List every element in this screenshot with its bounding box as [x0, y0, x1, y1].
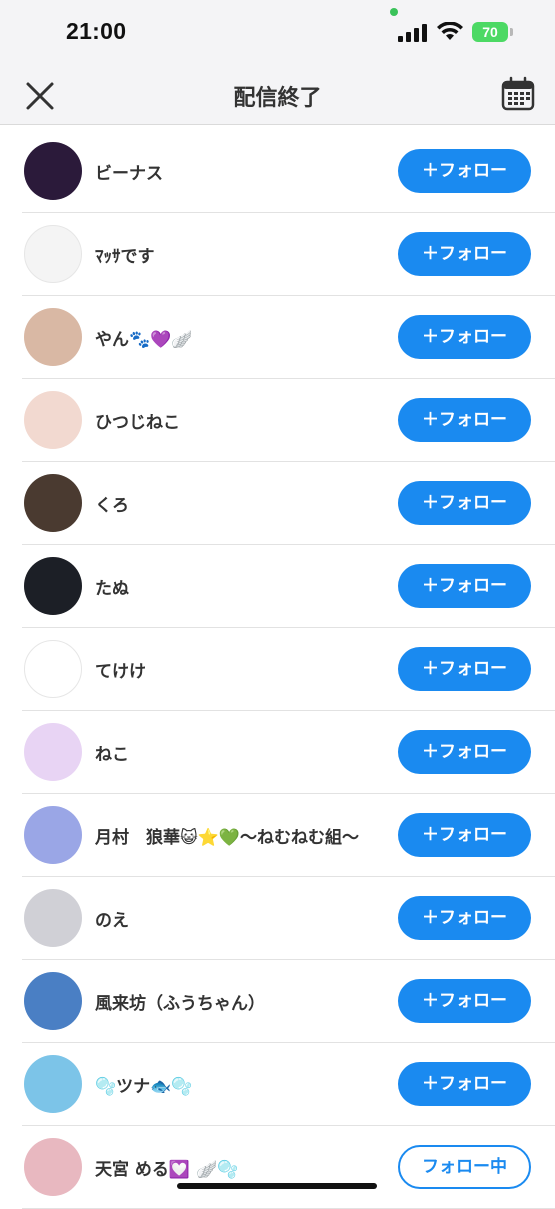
battery-cap — [510, 28, 513, 36]
calendar-icon[interactable] — [500, 76, 536, 112]
user-row[interactable]: 🫧ツナ🐟🫧 ＋フォロー — [22, 1043, 555, 1126]
user-name: たぬ — [95, 579, 129, 599]
follow-button[interactable]: ＋フォロー — [398, 813, 531, 857]
user-name: のえ — [95, 911, 129, 931]
user-row[interactable]: やん🐾💜🪽 ＋フォロー — [22, 296, 555, 379]
avatar[interactable] — [24, 1055, 82, 1113]
avatar[interactable] — [24, 1138, 82, 1196]
privacy-indicator-dot — [390, 8, 398, 16]
avatar[interactable] — [24, 557, 82, 615]
status-bar: 21:00 70 — [0, 0, 555, 66]
user-name: 天宮 める💟 🪽🫧 — [95, 1160, 239, 1180]
avatar[interactable] — [24, 972, 82, 1030]
user-row[interactable]: 天宮 める💟 🪽🫧 フォロー中 — [22, 1126, 555, 1209]
user-name: やん🐾💜🪽 — [95, 330, 193, 350]
user-row[interactable]: 月村 狼華😺⭐💚〜ねむねむ組〜 ＋フォロー — [22, 794, 555, 877]
user-name: ひつじねこ — [95, 413, 180, 433]
user-name: てけけ — [95, 662, 146, 682]
avatar[interactable] — [24, 889, 82, 947]
avatar[interactable] — [24, 640, 82, 698]
nav-bar: 配信終了 — [0, 66, 555, 125]
follow-button[interactable]: ＋フォロー — [398, 232, 531, 276]
user-row[interactable]: 風来坊（ふうちゃん） ＋フォロー — [22, 960, 555, 1043]
avatar[interactable] — [24, 391, 82, 449]
avatar[interactable] — [24, 474, 82, 532]
wifi-icon — [437, 22, 463, 40]
user-row[interactable]: てけけ ＋フォロー — [22, 628, 555, 711]
follow-button[interactable]: ＋フォロー — [398, 398, 531, 442]
user-row[interactable]: ひつじねこ ＋フォロー — [22, 379, 555, 462]
follow-button[interactable]: ＋フォロー — [398, 1062, 531, 1106]
battery-level: 70 — [472, 22, 508, 42]
follow-button[interactable]: ＋フォロー — [398, 979, 531, 1023]
user-row[interactable]: たぬ ＋フォロー — [22, 545, 555, 628]
user-name: ビーナス — [95, 164, 163, 184]
user-row[interactable]: くろ ＋フォロー — [22, 462, 555, 545]
avatar[interactable] — [24, 723, 82, 781]
user-row[interactable]: ビーナス ＋フォロー — [22, 130, 555, 213]
avatar[interactable] — [24, 806, 82, 864]
user-row[interactable]: ねこ ＋フォロー — [22, 711, 555, 794]
avatar[interactable] — [24, 308, 82, 366]
follow-button[interactable]: ＋フォロー — [398, 481, 531, 525]
follow-button[interactable]: ＋フォロー — [398, 315, 531, 359]
cellular-signal-icon — [398, 24, 427, 42]
follow-button[interactable]: ＋フォロー — [398, 647, 531, 691]
user-name: ﾏｯｻです — [95, 247, 155, 267]
follow-button[interactable]: ＋フォロー — [398, 730, 531, 774]
user-name: 月村 狼華😺⭐💚〜ねむねむ組〜 — [95, 828, 360, 848]
page-title: 配信終了 — [233, 86, 322, 111]
follow-button[interactable]: ＋フォロー — [398, 896, 531, 940]
follow-button[interactable]: ＋フォロー — [398, 149, 531, 193]
home-indicator — [177, 1183, 377, 1189]
following-button[interactable]: フォロー中 — [398, 1145, 531, 1189]
user-name: ねこ — [95, 745, 129, 765]
clock: 21:00 — [66, 18, 127, 44]
user-row[interactable]: ﾏｯｻです ＋フォロー — [22, 213, 555, 296]
user-row[interactable]: のえ ＋フォロー — [22, 877, 555, 960]
user-name: 🫧ツナ🐟🫧 — [95, 1077, 193, 1097]
avatar[interactable] — [24, 225, 82, 283]
user-name: 風来坊（ふうちゃん） — [95, 994, 265, 1014]
user-list: ビーナス ＋フォロー ﾏｯｻです ＋フォロー やん🐾💜🪽 ＋フォロー ひつじねこ ＋フォローく… — [0, 130, 555, 1209]
user-name: くろ — [95, 496, 129, 516]
avatar[interactable] — [24, 142, 82, 200]
follow-button[interactable]: ＋フォロー — [398, 564, 531, 608]
